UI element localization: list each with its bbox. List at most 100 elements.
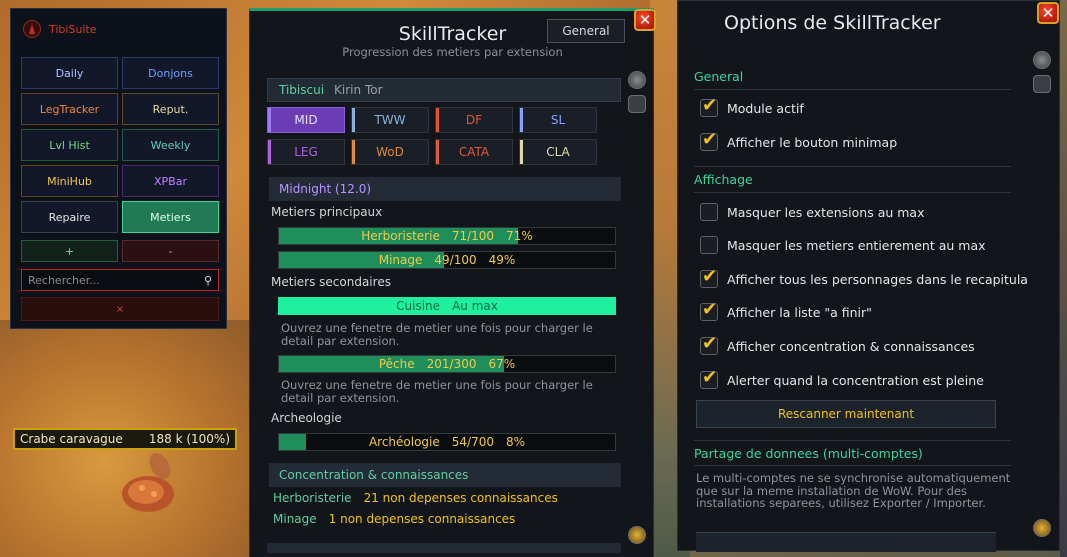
option-row[interactable]: Afficher la liste "a finir" (700, 299, 872, 321)
scrollbar-thumb[interactable] (1033, 75, 1051, 93)
option-row[interactable]: Afficher le bouton minimap (700, 129, 898, 151)
scroll-up-icon[interactable] (628, 71, 646, 89)
module-button[interactable]: Repaire (21, 201, 118, 233)
progress-text: Herboristerie 71/100 71% (279, 228, 615, 244)
expansion-tab[interactable]: CLA (519, 139, 597, 165)
close-icon[interactable]: ✕ (634, 9, 656, 31)
progress-name: Cuisine (396, 299, 441, 313)
option-row[interactable]: Afficher tous les personnages dans le re… (700, 266, 1028, 288)
crab-creature-icon[interactable] (112, 448, 184, 520)
search-icon[interactable]: ⚲ (204, 274, 212, 287)
general-button[interactable]: General (547, 19, 625, 43)
module-button[interactable]: Weekly (122, 129, 219, 161)
module-button[interactable]: Donjons (122, 57, 219, 89)
options-section-share: Partage de donnees (multi-comptes) (694, 446, 923, 461)
option-label: Alerter quand la concentration est plein… (727, 372, 984, 388)
profession-bar-peche[interactable]: Pêche 201/300 67% (278, 355, 616, 373)
module-button[interactable]: Metiers (122, 201, 219, 233)
expansion-tab[interactable]: WoD (351, 139, 429, 165)
scroll-down-icon[interactable] (1033, 519, 1051, 537)
divider (694, 440, 1011, 441)
progress-value: 71/100 (451, 229, 495, 243)
checkbox[interactable] (700, 333, 718, 355)
profession-note: Ouvrez une fenetre de metier une fois po… (281, 321, 593, 348)
concentration-section-header[interactable]: Concentration & connaissances (269, 463, 621, 487)
checkbox[interactable] (700, 129, 718, 151)
checkbox[interactable] (700, 299, 718, 321)
progress-value: 201/300 (426, 357, 477, 371)
module-button[interactable]: Lvl Hist (21, 129, 118, 161)
scrollbar-thumb[interactable] (628, 95, 646, 113)
module-button[interactable]: XPBar (122, 165, 219, 197)
concentration-row: Herboristerie 21 non depenses connaissan… (273, 491, 558, 505)
option-label: Afficher concentration & connaissances (727, 338, 975, 354)
option-label: Module actif (727, 100, 804, 116)
target-health: 188 k (100%) (148, 432, 230, 446)
options-panel: Options de SkillTracker ✕ General Module… (677, 0, 1060, 552)
option-row[interactable]: Masquer les metiers entierement au max (700, 236, 986, 254)
checkbox[interactable] (700, 236, 718, 254)
divider (694, 166, 1011, 167)
expansion-tab[interactable]: SL (519, 107, 597, 133)
module-button[interactable]: Daily (21, 57, 118, 89)
progress-pct: 71% (506, 229, 533, 243)
progress-value: 49/100 (434, 253, 477, 267)
progress-text: Archéologie 54/700 8% (279, 434, 615, 450)
primary-professions-label: Metiers principaux (271, 205, 383, 219)
progress-pct: 49% (488, 253, 516, 267)
checkbox[interactable] (700, 95, 718, 117)
background-edge (1060, 0, 1067, 557)
expansion-tab[interactable]: CATA (435, 139, 513, 165)
module-button[interactable]: Reput. (122, 93, 219, 125)
progress-value: Au max (452, 299, 498, 313)
concentration-value: 21 non depenses connaissances (363, 491, 558, 505)
module-button[interactable]: MiniHub (21, 165, 118, 197)
expansion-tabs: MID TWW DF SL LEG WoD CATA CLA (267, 107, 597, 165)
option-label: Afficher tous les personnages dans le re… (727, 271, 1028, 287)
expansion-section-header[interactable]: Midnight (12.0) (269, 177, 621, 201)
profession-bar-herboristerie[interactable]: Herboristerie 71/100 71% (278, 227, 616, 245)
share-note: Le multi-comptes ne se synchronise autom… (696, 471, 1011, 510)
tibisuite-size-controls: + - (21, 240, 219, 262)
add-button[interactable]: + (21, 240, 118, 262)
module-button[interactable]: LegTracker (21, 93, 118, 125)
tibisuite-header: TibiSuite (11, 9, 226, 49)
expansion-tab[interactable]: MID (267, 107, 345, 133)
option-row[interactable]: Afficher concentration & connaissances (700, 333, 975, 355)
checkbox[interactable] (700, 367, 718, 389)
profession-bar-cuisine[interactable]: Cuisine Au max (278, 297, 616, 315)
remove-button[interactable]: - (122, 240, 219, 262)
tibisuite-module-grid: Daily Donjons LegTracker Reput. Lvl Hist Week… (21, 57, 219, 233)
profession-bar-minage[interactable]: Minage 49/100 49% (278, 251, 616, 269)
target-nameplate[interactable]: Crabe caravague 188 k (100%) (13, 428, 237, 450)
expansion-tab[interactable]: TWW (351, 107, 429, 133)
scroll-down-icon[interactable] (628, 526, 646, 544)
options-section-general: General (694, 69, 744, 84)
character-realm: Kirin Tor (334, 83, 383, 97)
scroll-up-icon[interactable] (1033, 51, 1051, 69)
option-label: Masquer les metiers entierement au max (727, 237, 986, 253)
progress-pct: 67% (488, 357, 516, 371)
character-header[interactable]: Tibiscui Kirin Tor (267, 78, 621, 102)
profession-bar-archeologie[interactable]: Archéologie 54/700 8% (278, 433, 616, 451)
profession-note: Ouvrez une fenetre de metier une fois po… (281, 378, 593, 405)
clear-button[interactable]: × (21, 297, 219, 321)
checkbox[interactable] (700, 266, 718, 288)
options-title: Options de SkillTracker (724, 12, 941, 34)
expansion-tab[interactable]: DF (435, 107, 513, 133)
option-row[interactable]: Module actif (700, 95, 804, 117)
divider (694, 89, 1011, 90)
concentration-row: Minage 1 non depenses connaissances (273, 512, 515, 526)
rescan-button[interactable]: Rescanner maintenant (696, 400, 996, 428)
search-input[interactable] (28, 273, 188, 287)
option-row[interactable]: Masquer les extensions au max (700, 203, 924, 221)
search-box: ⚲ (21, 269, 219, 291)
option-row[interactable]: Alerter quand la concentration est plein… (700, 367, 984, 389)
option-label: Afficher le bouton minimap (727, 134, 898, 150)
close-icon[interactable]: ✕ (1037, 2, 1059, 24)
skilltracker-panel: SkillTracker Progression des metiers par… (249, 8, 656, 557)
progress-pct: 8% (506, 435, 526, 449)
checkbox[interactable] (700, 203, 718, 221)
expansion-tab[interactable]: LEG (267, 139, 345, 165)
progress-name: Archéologie (368, 435, 440, 449)
